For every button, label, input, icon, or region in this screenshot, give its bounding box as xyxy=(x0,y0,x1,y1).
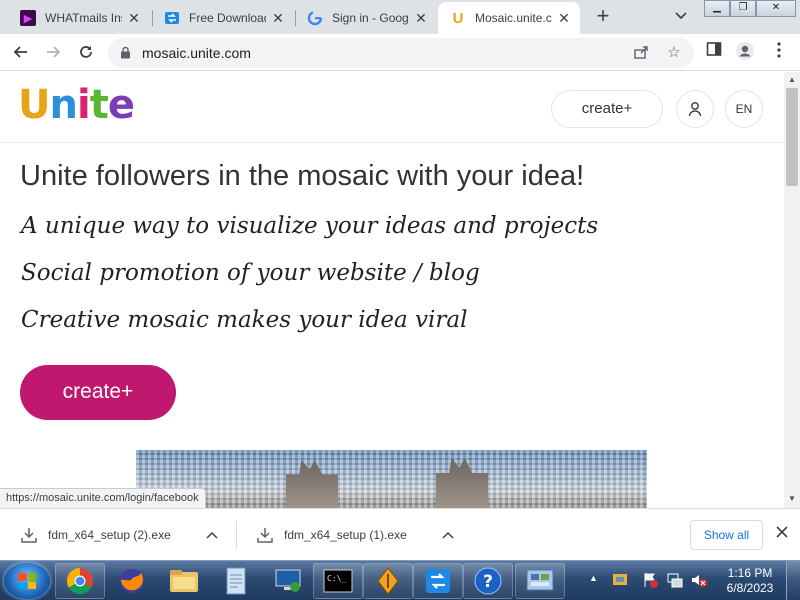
close-icon[interactable]: ✕ xyxy=(556,10,572,27)
installer-icon[interactable] xyxy=(363,563,413,599)
tab-title: Free Download M xyxy=(189,11,266,25)
tab-google-signin[interactable]: Sign in - Google ✕ xyxy=(295,2,437,34)
tab-title: Sign in - Google xyxy=(332,11,409,25)
tab-search-chevron-icon[interactable] xyxy=(672,8,690,26)
cmd-icon[interactable]: C:\_ xyxy=(313,563,363,599)
tagline: A unique way to visualize your ideas and… xyxy=(21,213,599,239)
tagline: Creative mosaic makes your idea viral xyxy=(21,307,468,333)
chrome-icon[interactable] xyxy=(55,563,105,599)
download-item[interactable]: fdm_x64_setup (2).exe xyxy=(0,509,236,561)
new-tab-button[interactable]: + xyxy=(592,5,614,28)
page-headline: Unite followers in the mosaic with your … xyxy=(20,160,585,192)
start-button[interactable] xyxy=(4,563,50,599)
fdm-taskbar-icon[interactable] xyxy=(413,563,463,599)
download-shelf: fdm_x64_setup (2).exe fdm_x64_setup (1).… xyxy=(0,508,800,560)
fdm-icon xyxy=(164,10,180,26)
clock-time: 1:16 PM xyxy=(727,566,773,580)
explorer-icon[interactable] xyxy=(159,563,209,599)
minimize-button[interactable]: ▁ xyxy=(704,0,730,17)
network-icon[interactable] xyxy=(666,571,684,589)
mosaic-image xyxy=(136,450,647,508)
restore-button[interactable]: ❐ xyxy=(730,0,756,17)
unite-logo[interactable]: Unite xyxy=(18,82,135,128)
language-button[interactable]: EN xyxy=(725,90,763,128)
link-status-bubble: https://mosaic.unite.com/login/facebook xyxy=(0,488,206,508)
show-hidden-icons-icon[interactable]: ▲ xyxy=(589,573,598,583)
user-login-button[interactable] xyxy=(676,90,714,128)
chevron-up-icon[interactable] xyxy=(202,528,222,542)
tab-title: WHATmails Insta xyxy=(45,11,122,25)
download-filename: fdm_x64_setup (1).exe xyxy=(284,528,407,542)
svg-text:C:\_: C:\_ xyxy=(327,574,346,583)
bookmark-star-icon[interactable]: ☆ xyxy=(665,44,683,62)
notepad-icon[interactable] xyxy=(211,563,261,599)
tab-strip: ▶ WHATmails Insta ✕ Free Download M ✕ Si… xyxy=(0,0,800,34)
download-file-icon xyxy=(254,526,276,544)
show-desktop-button[interactable] xyxy=(786,561,800,600)
tab-mosaic-unite[interactable]: U Mosaic.unite.com ✕ xyxy=(438,2,580,34)
kebab-menu-icon[interactable] xyxy=(768,41,790,63)
tray-app-icon[interactable] xyxy=(611,571,629,589)
google-icon xyxy=(307,10,323,26)
logo-letter: n xyxy=(49,82,78,128)
close-icon[interactable]: ✕ xyxy=(270,10,286,27)
logo-letter: t xyxy=(89,82,109,128)
reload-button[interactable] xyxy=(75,42,97,64)
site-header: Unite create+ EN xyxy=(0,72,784,143)
header-create-button[interactable]: create+ xyxy=(551,90,663,128)
back-button[interactable] xyxy=(10,42,32,64)
action-center-flag-icon[interactable] xyxy=(641,571,659,589)
tab-whatmails[interactable]: ▶ WHATmails Insta ✕ xyxy=(8,2,150,34)
remote-desktop-icon[interactable] xyxy=(263,563,313,599)
system-clock[interactable]: 1:16 PM 6/8/2023 xyxy=(720,566,780,596)
mosaic-tower xyxy=(436,458,488,508)
profile-avatar-icon[interactable] xyxy=(734,41,756,63)
download-item[interactable]: fdm_x64_setup (1).exe xyxy=(236,509,472,561)
firefox-icon[interactable] xyxy=(107,563,157,599)
chevron-up-icon[interactable] xyxy=(438,528,458,542)
forward-button[interactable] xyxy=(42,42,64,64)
clock-date: 6/8/2023 xyxy=(726,581,774,595)
page-viewport: Unite create+ EN Unite followers in the … xyxy=(0,72,784,508)
download-filename: fdm_x64_setup (2).exe xyxy=(48,528,171,542)
side-panel-icon[interactable] xyxy=(703,41,725,63)
share-icon[interactable] xyxy=(632,44,650,62)
logo-letter: i xyxy=(76,82,91,128)
tab-free-download[interactable]: Free Download M ✕ xyxy=(152,2,294,34)
scroll-up-arrow-icon[interactable]: ▲ xyxy=(784,73,800,87)
volume-muted-icon[interactable] xyxy=(690,571,708,589)
tab-title: Mosaic.unite.com xyxy=(475,11,552,25)
close-icon[interactable]: ✕ xyxy=(126,10,142,27)
help-icon[interactable]: ? xyxy=(463,563,513,599)
address-bar[interactable]: mosaic.unite.com ☆ xyxy=(108,38,694,68)
tagline: Social promotion of your website / blog xyxy=(21,260,480,286)
user-icon xyxy=(688,102,702,117)
windows-taskbar: C:\_ ? ▲ 1:16 PM 6/8/2023 xyxy=(0,560,800,600)
main-create-button[interactable]: create+ xyxy=(20,365,176,420)
window-close-button[interactable]: ✕ xyxy=(756,0,796,17)
show-all-downloads-button[interactable]: Show all xyxy=(690,520,763,550)
scroll-thumb[interactable] xyxy=(786,88,798,186)
lock-icon[interactable] xyxy=(120,46,131,59)
browser-toolbar: mosaic.unite.com ☆ xyxy=(0,34,800,71)
windows-logo-icon xyxy=(18,573,36,589)
unite-icon: U xyxy=(452,9,464,27)
download-file-icon xyxy=(18,526,40,544)
control-panel-icon[interactable] xyxy=(515,563,565,599)
url-text[interactable]: mosaic.unite.com xyxy=(142,45,251,61)
whatmails-icon: ▶ xyxy=(20,10,36,26)
svg-text:?: ? xyxy=(483,572,493,592)
page-scrollbar[interactable]: ▲ ▼ xyxy=(784,72,800,508)
scroll-down-arrow-icon[interactable]: ▼ xyxy=(784,492,800,506)
logo-letter: e xyxy=(107,82,135,128)
close-shelf-icon[interactable] xyxy=(772,524,792,544)
mosaic-tower xyxy=(286,460,338,508)
logo-letter: U xyxy=(18,82,51,128)
close-icon[interactable]: ✕ xyxy=(413,10,429,27)
